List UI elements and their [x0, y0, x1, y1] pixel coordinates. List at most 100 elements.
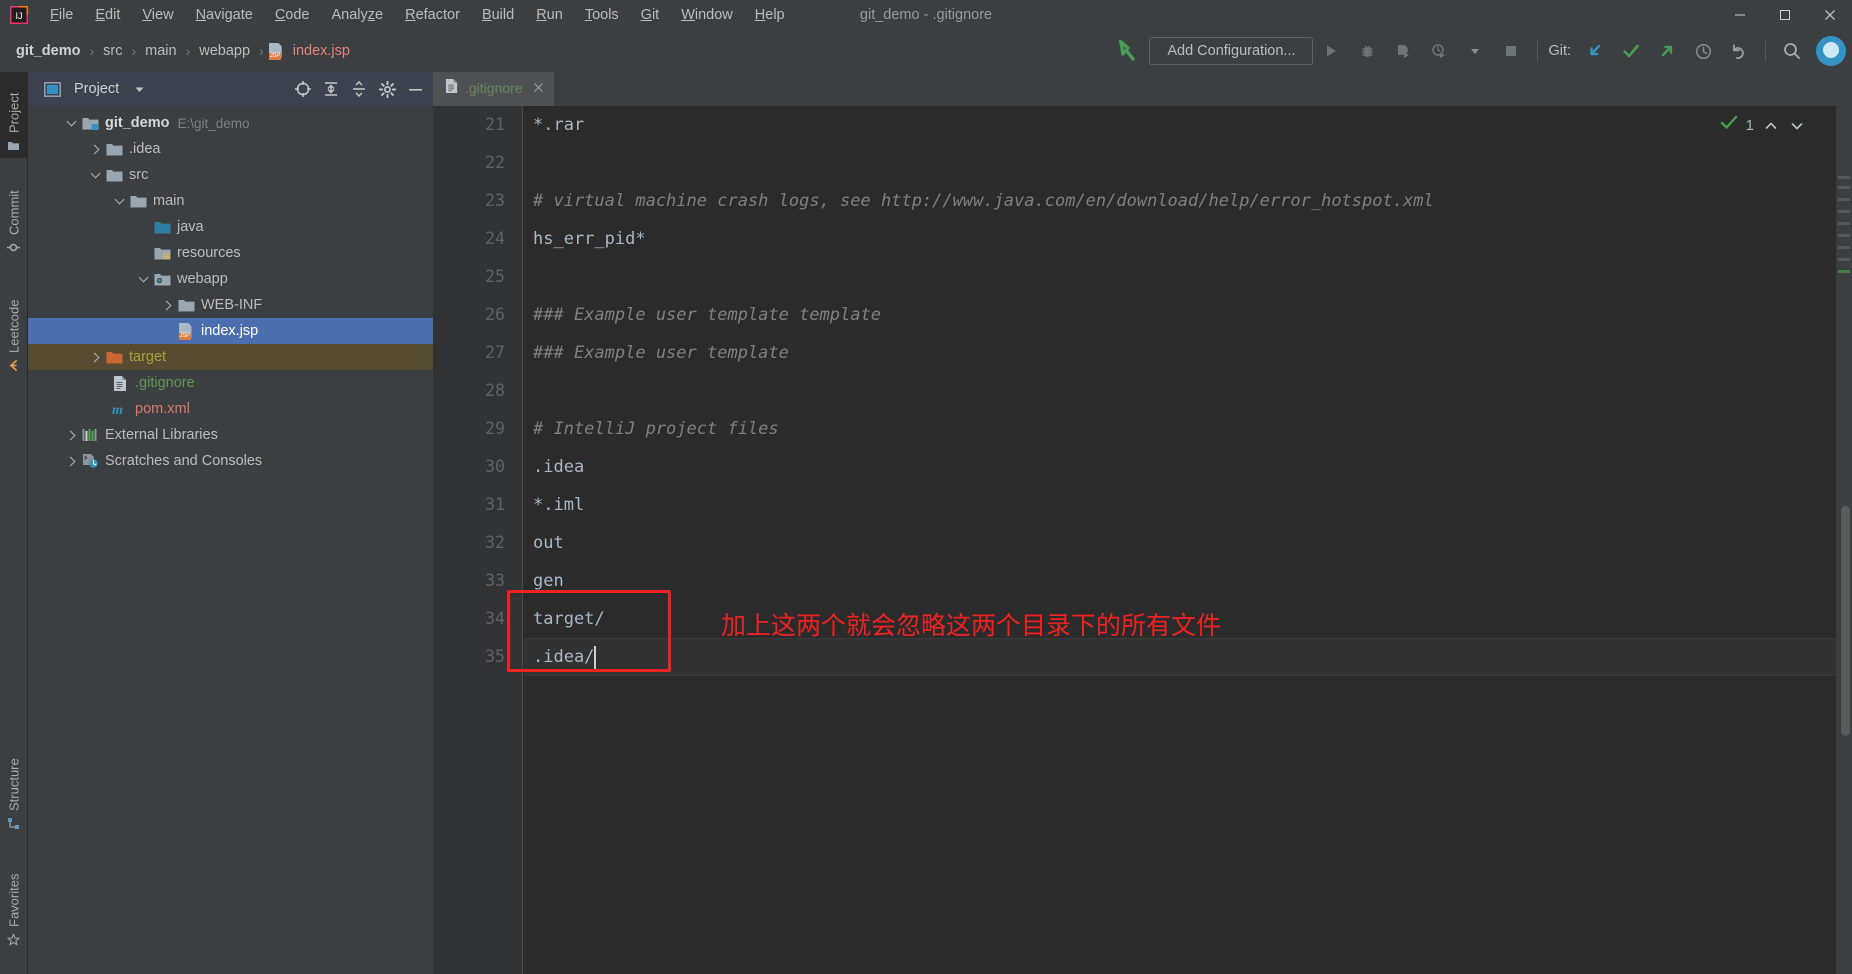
push-icon[interactable]	[1650, 36, 1684, 66]
chevron-up-icon[interactable]	[1762, 117, 1780, 135]
menu-item-view[interactable]: View	[131, 0, 184, 30]
expand-all-icon[interactable]	[317, 75, 345, 103]
chevron-right-icon[interactable]	[158, 300, 176, 310]
line-number: 24	[485, 229, 505, 248]
chevron-down-icon[interactable]	[1788, 117, 1806, 135]
jsp-badge-label: JSP	[178, 332, 191, 340]
breadcrumb-separator: ›	[185, 43, 191, 59]
sidebar-item-structure[interactable]: Structure	[0, 732, 28, 836]
chevron-down-icon[interactable]	[125, 75, 153, 103]
menu-item-help[interactable]: Help	[744, 0, 796, 30]
menu-item-git[interactable]: Git	[630, 0, 671, 30]
sidebar-item-label: Favorites	[6, 873, 22, 927]
chevron-down-icon[interactable]	[86, 168, 104, 179]
menu-item-window[interactable]: Window	[670, 0, 744, 30]
tree-node-idea[interactable]: .idea	[28, 136, 433, 162]
inspection-ok-icon[interactable]	[1720, 114, 1738, 137]
breadcrumb[interactable]: git_demo › src › main › webapp › JSP ind…	[0, 41, 354, 61]
breadcrumb-item-src[interactable]: src	[99, 41, 126, 61]
breadcrumb-item-git_demo[interactable]: git_demo	[12, 41, 84, 61]
editor-markup-stripe[interactable]	[1836, 106, 1852, 974]
line-number: 32	[485, 533, 505, 552]
add-configuration-button[interactable]: Add Configuration...	[1149, 37, 1314, 65]
tree-node-web-inf[interactable]: WEB-INF	[28, 292, 433, 318]
sidebar-item-project[interactable]: Project	[0, 72, 28, 158]
project-tree[interactable]: git_demo E:\git_demo .idea src main java…	[28, 106, 433, 974]
window-controls[interactable]	[1717, 0, 1852, 30]
tree-node-java[interactable]: java	[28, 214, 433, 240]
select-opened-file-icon[interactable]	[289, 75, 317, 103]
chevron-down-icon[interactable]	[110, 194, 128, 205]
tree-node-resources[interactable]: resources	[28, 240, 433, 266]
sidebar-item-favorites[interactable]: Favorites	[0, 844, 28, 952]
tree-node-pom-xml[interactable]: m pom.xml	[28, 396, 433, 422]
minimize-button[interactable]	[1717, 0, 1762, 30]
undo-icon[interactable]	[1722, 36, 1756, 66]
search-everywhere-icon[interactable]	[1775, 36, 1809, 66]
breadcrumb-item-webapp[interactable]: webapp	[195, 41, 254, 61]
tree-node-index-jsp[interactable]: JSP index.jsp	[28, 318, 433, 344]
menu-item-navigate[interactable]: Navigate	[185, 0, 264, 30]
chevron-down-icon[interactable]	[62, 116, 80, 127]
tree-node-target[interactable]: target	[28, 344, 433, 370]
toolbar-divider	[1765, 41, 1766, 61]
chevron-right-icon[interactable]	[86, 352, 104, 362]
sidebar-item-leetcode[interactable]: Leetcode	[0, 268, 28, 378]
inspection-widget[interactable]: 1	[1720, 114, 1806, 137]
update-project-icon[interactable]	[1578, 36, 1612, 66]
chevron-right-icon[interactable]	[86, 144, 104, 154]
left-tool-window-strip: Project Commit Leetcode Structure Favori…	[0, 72, 28, 974]
run-with-coverage-icon[interactable]	[1386, 36, 1420, 66]
tree-node-git_demo[interactable]: git_demo E:\git_demo	[28, 110, 433, 136]
chevron-right-icon[interactable]	[62, 430, 80, 440]
chevron-down-icon[interactable]	[134, 272, 152, 283]
menu-item-tools[interactable]: Tools	[574, 0, 630, 30]
line-number: 31	[485, 495, 505, 514]
close-button[interactable]	[1807, 0, 1852, 30]
maximize-button[interactable]	[1762, 0, 1807, 30]
menu-item-run[interactable]: Run	[525, 0, 574, 30]
folder-icon	[104, 142, 124, 157]
tree-node-gitignore[interactable]: .gitignore	[28, 370, 433, 396]
sidebar-item-commit[interactable]: Commit	[0, 168, 28, 260]
commit-icon[interactable]	[1614, 36, 1648, 66]
debug-icon[interactable]	[1350, 36, 1384, 66]
tab-label: .gitignore	[465, 80, 523, 96]
tree-node-scratches-and-consoles[interactable]: Scratches and Consoles	[28, 448, 433, 474]
markup-mark	[1838, 234, 1850, 237]
breadcrumb-item-index-jsp[interactable]: index.jsp	[289, 41, 354, 61]
module-folder-icon	[80, 116, 100, 131]
history-icon[interactable]	[1686, 36, 1720, 66]
structure-icon	[7, 817, 22, 830]
tree-node-external-libraries[interactable]: External Libraries	[28, 422, 433, 448]
run-icon[interactable]	[1314, 36, 1348, 66]
breadcrumb-separator: ›	[131, 43, 137, 59]
breadcrumb-item-main[interactable]: main	[141, 41, 180, 61]
menu-item-edit[interactable]: Edit	[84, 0, 131, 30]
hide-tool-window-icon[interactable]	[401, 75, 429, 103]
menu-item-file[interactable]: File	[39, 0, 84, 30]
menu-item-refactor[interactable]: Refactor	[394, 0, 471, 30]
menu-item-code[interactable]: Code	[264, 0, 321, 30]
collapse-all-icon[interactable]	[345, 75, 373, 103]
settings-gear-icon[interactable]	[373, 75, 401, 103]
menu-item-analyze[interactable]: Analyze	[321, 0, 395, 30]
code-editor[interactable]: 21 22 23 24 25 26 27 28 29 30 31 32 33 3…	[433, 106, 1852, 974]
account-avatar-icon[interactable]	[1816, 36, 1846, 66]
sidebar-item-label: Structure	[6, 758, 22, 811]
menu-bar[interactable]: File Edit View Navigate Code Analyze Ref…	[39, 0, 796, 30]
stop-icon[interactable]	[1494, 36, 1528, 66]
tree-node-main[interactable]: main	[28, 188, 433, 214]
tree-node-webapp[interactable]: webapp	[28, 266, 433, 292]
vertical-scrollbar-thumb[interactable]	[1841, 506, 1850, 736]
tab-gitignore[interactable]: .gitignore	[433, 72, 554, 106]
tree-node-label: resources	[177, 245, 241, 261]
chevron-right-icon[interactable]	[62, 456, 80, 466]
profile-icon[interactable]	[1422, 36, 1456, 66]
tree-node-label: .gitignore	[135, 375, 195, 391]
tree-node-label: git_demo	[105, 115, 170, 131]
close-icon[interactable]	[533, 80, 544, 96]
tree-node-src[interactable]: src	[28, 162, 433, 188]
chevron-down-icon[interactable]	[1458, 36, 1492, 66]
menu-item-build[interactable]: Build	[471, 0, 525, 30]
